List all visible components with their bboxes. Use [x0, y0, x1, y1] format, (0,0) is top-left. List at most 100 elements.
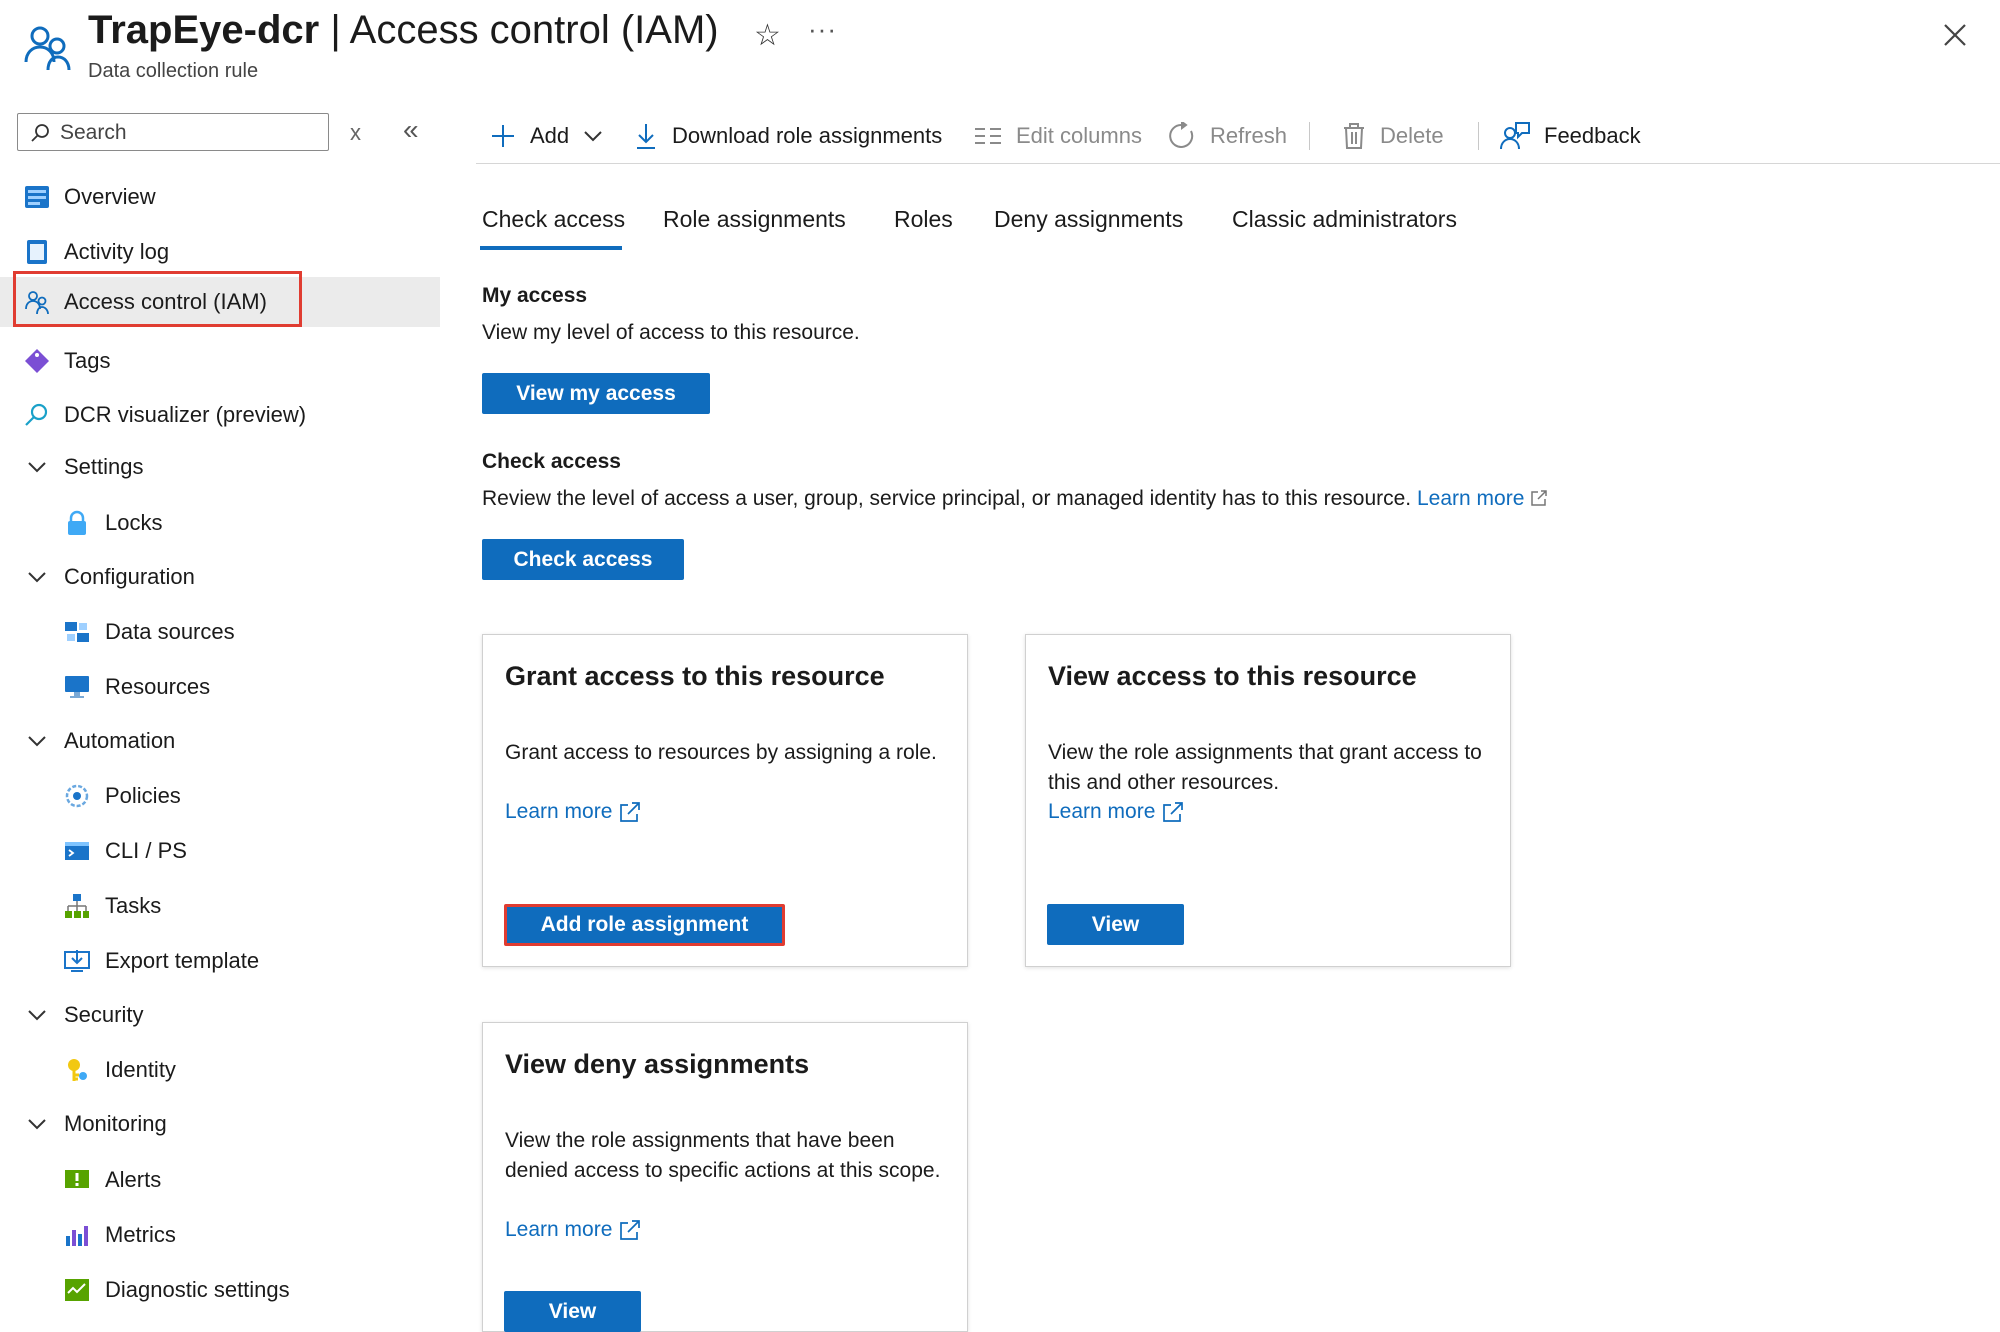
sidebar-item-locks[interactable]: Locks	[0, 498, 440, 548]
sidebar-item-diagnostic-settings[interactable]: Diagnostic settings	[0, 1265, 440, 1315]
chevron-down-icon	[28, 462, 46, 473]
policy-gear-icon	[64, 783, 90, 809]
my-access-description: View my level of access to this resource…	[482, 321, 860, 344]
sidebar-item-identity[interactable]: Identity	[0, 1045, 440, 1095]
edit-columns-label: Edit columns	[1016, 123, 1142, 148]
collapse-sidebar-icon[interactable]: «	[403, 114, 419, 146]
trash-icon	[1344, 123, 1364, 149]
sidebar-item-tasks[interactable]: Tasks	[0, 881, 440, 931]
view-access-card: View access to this resource View the ro…	[1025, 634, 1511, 967]
tag-icon	[24, 348, 50, 374]
sidebar-group-security[interactable]: Security	[0, 990, 440, 1040]
view-access-button[interactable]: View	[1047, 904, 1184, 945]
sidebar-group-label: Settings	[64, 454, 144, 479]
download-role-assignments-button[interactable]: Download role assignments	[634, 116, 942, 156]
chevron-down-icon	[28, 1119, 46, 1130]
tab-check-access[interactable]: Check access	[482, 206, 625, 233]
learn-more-link[interactable]: Learn more	[1048, 800, 1185, 824]
page-title-text: Access control (IAM)	[349, 8, 719, 52]
card-description: View the role assignments that have been…	[505, 1129, 941, 1182]
download-button-label: Download role assignments	[672, 123, 943, 148]
sidebar-item-policies[interactable]: Policies	[0, 771, 440, 821]
sidebar-item-label: Alerts	[105, 1167, 162, 1192]
tab-roles[interactable]: Roles	[894, 206, 953, 233]
learn-more-link[interactable]: Learn more	[505, 1218, 642, 1242]
terminal-icon	[64, 838, 90, 864]
grant-access-card: Grant access to this resource Grant acce…	[482, 634, 968, 967]
highlight-outline	[13, 271, 302, 327]
deny-assignments-card: View deny assignments View the role assi…	[482, 1022, 968, 1332]
resource-name: TrapEye-dcr	[88, 8, 320, 52]
delete-label: Delete	[1380, 123, 1444, 148]
sidebar-group-settings[interactable]: Settings	[0, 442, 440, 492]
lock-icon	[64, 510, 90, 536]
sidebar-item-label: Tags	[64, 348, 111, 373]
download-icon	[637, 124, 655, 149]
sidebar-item-dcr-visualizer[interactable]: DCR visualizer (preview)	[0, 390, 440, 440]
sidebar-item-label: Locks	[105, 510, 163, 535]
overview-icon	[24, 184, 50, 210]
sidebar-item-label: Resources	[105, 674, 211, 699]
refresh-label: Refresh	[1210, 123, 1288, 148]
chevron-down-icon	[28, 1010, 46, 1021]
external-link-icon	[1531, 490, 1547, 506]
page-title: TrapEye-dcr | Access control (IAM)	[88, 8, 719, 53]
favorite-star-icon[interactable]: ☆	[754, 18, 781, 53]
sidebar-group-monitoring[interactable]: Monitoring	[0, 1099, 440, 1149]
sidebar-group-automation[interactable]: Automation	[0, 716, 440, 766]
monitor-icon	[64, 674, 90, 700]
sidebar-item-activity-log[interactable]: Activity log	[0, 227, 440, 277]
view-my-access-button[interactable]: View my access	[482, 373, 710, 414]
tab-deny-assignments[interactable]: Deny assignments	[994, 206, 1183, 233]
check-access-title: Check access	[482, 450, 621, 473]
search-input[interactable]	[58, 118, 322, 148]
tasks-hierarchy-icon	[64, 893, 90, 919]
add-button-label: Add	[530, 123, 570, 148]
sidebar-item-label: Export template	[105, 948, 260, 973]
refresh-button[interactable]: Refresh	[1168, 116, 1287, 156]
feedback-button[interactable]: Feedback	[1500, 116, 1641, 156]
sidebar-item-overview[interactable]: Overview	[0, 172, 440, 222]
chevron-down-icon	[584, 131, 602, 142]
sidebar-item-resources[interactable]: Resources	[0, 662, 440, 712]
sidebar-item-label: CLI / PS	[105, 838, 187, 863]
more-options-icon[interactable]: ···	[808, 14, 837, 45]
clear-search-icon[interactable]: x	[350, 120, 361, 146]
iam-users-icon	[22, 22, 74, 74]
activity-log-icon	[24, 239, 50, 265]
sidebar-item-cli-ps[interactable]: CLI / PS	[0, 826, 440, 876]
add-role-assignment-button[interactable]: Add role assignment	[504, 904, 785, 946]
add-button[interactable]: Add	[490, 116, 603, 156]
sidebar-item-alerts[interactable]: Alerts	[0, 1155, 440, 1205]
card-title: View deny assignments	[505, 1049, 810, 1079]
close-icon[interactable]	[1940, 20, 1970, 50]
sidebar-group-configuration[interactable]: Configuration	[0, 552, 440, 602]
sidebar-item-label: Overview	[64, 184, 156, 209]
sidebar-search[interactable]	[17, 113, 329, 151]
delete-button[interactable]: Delete	[1342, 116, 1444, 156]
bar-chart-icon	[64, 1222, 90, 1248]
feedback-label: Feedback	[1544, 123, 1641, 148]
feedback-icon	[1500, 122, 1530, 150]
card-title: View access to this resource	[1048, 661, 1417, 691]
tab-classic-administrators[interactable]: Classic administrators	[1232, 206, 1457, 233]
learn-more-link[interactable]: Learn more	[1417, 487, 1524, 510]
view-deny-assignments-button[interactable]: View	[504, 1291, 641, 1332]
sidebar-item-metrics[interactable]: Metrics	[0, 1210, 440, 1260]
check-access-button[interactable]: Check access	[482, 539, 684, 580]
resource-type-subtitle: Data collection rule	[88, 60, 259, 82]
data-sources-icon	[64, 619, 90, 645]
external-link-icon	[620, 1220, 641, 1240]
sidebar-item-export-template[interactable]: Export template	[0, 936, 440, 986]
external-link-icon	[620, 802, 641, 822]
tab-role-assignments[interactable]: Role assignments	[663, 206, 846, 233]
learn-more-link[interactable]: Learn more	[505, 800, 642, 824]
toolbar-divider	[1309, 122, 1310, 150]
key-icon	[64, 1057, 90, 1083]
sidebar-item-data-sources[interactable]: Data sources	[0, 607, 440, 657]
sidebar-item-label: Data sources	[105, 619, 235, 644]
edit-columns-button[interactable]: Edit columns	[974, 116, 1142, 156]
toolbar-divider	[1478, 122, 1479, 150]
sidebar-item-tags[interactable]: Tags	[0, 336, 440, 386]
sidebar-item-label: Metrics	[105, 1222, 176, 1247]
